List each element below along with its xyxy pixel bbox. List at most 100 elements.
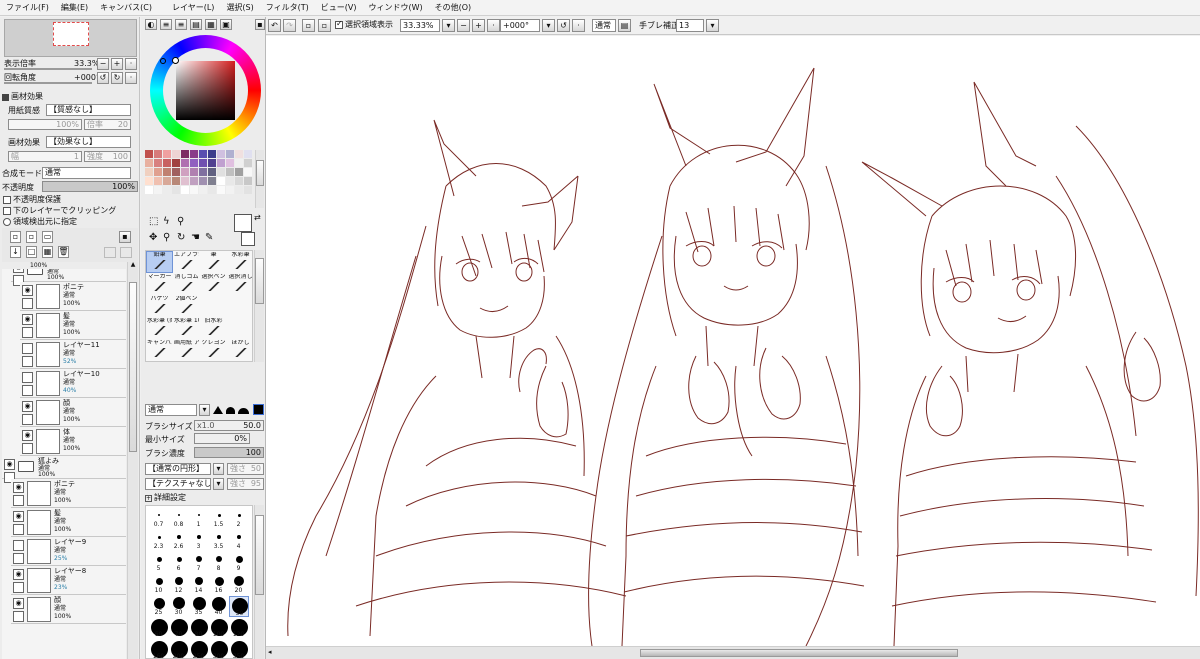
brush-tool-0-1[interactable]: エアブラシ xyxy=(173,251,200,273)
color-swatch[interactable] xyxy=(235,177,243,185)
brush-size-multiplier[interactable]: x1.0 xyxy=(197,421,214,430)
brush-size-cell[interactable]: 50 xyxy=(229,596,249,617)
show-selection-checkbox[interactable]: ✓ xyxy=(335,20,343,29)
color-swatch[interactable] xyxy=(199,186,207,194)
flip-view-icon[interactable]: ▤ xyxy=(618,19,631,32)
layer-lock-toggle[interactable] xyxy=(22,385,33,396)
brush-size-cell[interactable]: 12 xyxy=(169,574,189,595)
brush-size-cell[interactable]: 300 xyxy=(209,640,229,658)
material-effect-select[interactable]: 【効果なし】 xyxy=(46,136,131,148)
color-swatch[interactable] xyxy=(244,177,252,185)
color-swatch[interactable] xyxy=(190,150,198,158)
opacity-protect-option[interactable]: 不透明度保護 xyxy=(3,196,61,204)
brush-size-cell[interactable]: 7 xyxy=(189,552,209,573)
color-swatch[interactable] xyxy=(217,168,225,176)
color-swatch[interactable] xyxy=(163,177,171,185)
color-swatch[interactable] xyxy=(172,168,180,176)
color-swatch[interactable] xyxy=(190,177,198,185)
brush-tool-4-3[interactable]: ぼかし xyxy=(227,339,254,361)
color-swatch[interactable] xyxy=(208,186,216,194)
color-swatch[interactable] xyxy=(145,150,153,158)
layer-lock-toggle[interactable] xyxy=(13,524,24,535)
color-swatch[interactable] xyxy=(199,159,207,167)
color-swatch[interactable] xyxy=(235,186,243,194)
color-swatch[interactable] xyxy=(181,168,189,176)
color-picker-cursor[interactable] xyxy=(172,57,179,64)
scratchpad-mode-icon[interactable]: ▣ xyxy=(220,19,232,30)
rotate-left-button[interactable]: ↺ xyxy=(97,72,109,84)
canvas-horizontal-scrollbar[interactable]: ◂ xyxy=(266,646,1200,659)
toolbar-rotate-reset-button[interactable]: · xyxy=(572,19,585,32)
color-swatch[interactable] xyxy=(190,159,198,167)
color-swatch[interactable] xyxy=(217,177,225,185)
hsv-slider-mode-icon[interactable]: ≡ xyxy=(175,19,187,30)
layer-row[interactable]: レイヤー9 通常 25% xyxy=(11,537,126,566)
layer-list-scrollbar[interactable]: ▲ xyxy=(127,262,138,659)
brush-shape-strength-field[interactable]: 強さ 50 xyxy=(227,463,264,475)
brush-tool-1-3[interactable]: 選択消し xyxy=(227,273,254,295)
color-swatch[interactable] xyxy=(163,168,171,176)
menu-edit[interactable]: 編集(E) xyxy=(55,3,94,12)
swatch-scrollbar[interactable] xyxy=(255,150,264,208)
brush-size-cell[interactable]: 10 xyxy=(149,574,169,595)
color-swatch[interactable] xyxy=(145,168,153,176)
intermediate-color-icon[interactable]: ▤ xyxy=(190,19,202,30)
color-swatch[interactable] xyxy=(244,159,252,167)
background-color-swatch[interactable] xyxy=(241,232,255,246)
visibility-eye-icon[interactable]: ◉ xyxy=(4,459,15,470)
color-swatch[interactable] xyxy=(172,177,180,185)
stabilizer-select[interactable]: 13 xyxy=(676,19,704,32)
menu-layer[interactable]: レイヤー(L) xyxy=(166,3,220,12)
color-swatch[interactable] xyxy=(199,168,207,176)
brush-tool-1-1[interactable]: 消しゴム xyxy=(173,273,200,295)
color-swatch[interactable] xyxy=(190,186,198,194)
new-folder-icon[interactable]: ▭ xyxy=(42,231,53,243)
color-swatch[interactable] xyxy=(244,150,252,158)
brush-size-cell[interactable]: 14 xyxy=(189,574,209,595)
color-swatch[interactable] xyxy=(172,150,180,158)
brush-size-cell[interactable]: 3 xyxy=(189,530,209,551)
visibility-eye-icon[interactable]: ◉ xyxy=(13,511,24,522)
brush-tool-4-0[interactable]: キャンバス アクリル xyxy=(146,339,173,361)
tool-scroll-thumb[interactable] xyxy=(255,258,264,304)
rotate-reset-button[interactable]: · xyxy=(125,72,137,84)
color-swatch[interactable] xyxy=(217,159,225,167)
layer-row[interactable]: ◉ レイヤー8 通常 23% xyxy=(11,566,126,595)
paper-scale-field[interactable]: 倍率 20 xyxy=(84,119,131,130)
zoom-slider[interactable] xyxy=(4,68,92,70)
color-swatch[interactable] xyxy=(244,186,252,194)
layer-lock-toggle[interactable] xyxy=(13,611,24,622)
color-swatch[interactable] xyxy=(163,186,171,194)
brush-size-cell[interactable]: 9 xyxy=(229,552,249,573)
color-swatch[interactable] xyxy=(172,186,180,194)
brush-size-cell[interactable]: 0.7 xyxy=(149,508,169,529)
brush-size-cell[interactable]: 25 xyxy=(149,596,169,617)
visibility-eye-icon[interactable]: ◉ xyxy=(13,598,24,609)
navigator-viewport[interactable] xyxy=(53,22,89,46)
menu-file[interactable]: ファイル(F) xyxy=(0,3,55,12)
color-swatch[interactable] xyxy=(235,168,243,176)
brush-size-cell[interactable]: 160 xyxy=(149,640,169,658)
panel-collapse-icon[interactable]: ▪ xyxy=(255,19,265,30)
brush-shape-soft-icon[interactable] xyxy=(238,408,249,414)
visibility-eye-icon[interactable]: ◉ xyxy=(13,269,24,273)
brush-size-scrollbar[interactable] xyxy=(254,505,264,659)
toolbar-zoom-reset-button[interactable]: · xyxy=(487,19,500,32)
rgb-slider-mode-icon[interactable]: ≡ xyxy=(160,19,172,30)
effect-width-field[interactable]: 幅1 xyxy=(8,151,82,162)
move-icon[interactable]: ✥ xyxy=(149,233,157,243)
canvas-scroll-thumb[interactable] xyxy=(640,649,958,657)
layer-row[interactable]: ◉ ポニテ 通常 100% xyxy=(11,479,126,508)
toolbar-rotate-left-button[interactable]: ↺ xyxy=(557,19,570,32)
rect-select-icon[interactable]: ⬚ xyxy=(149,217,158,227)
color-swatch[interactable] xyxy=(199,177,207,185)
brush-size-cell[interactable]: 1.5 xyxy=(209,508,229,529)
color-swatch[interactable] xyxy=(154,186,162,194)
color-swatch[interactable] xyxy=(181,186,189,194)
detail-settings-toggle[interactable]: + 詳細設定 xyxy=(145,494,186,502)
zoom-out-button[interactable]: − xyxy=(97,58,109,70)
brush-tool-1-2[interactable]: 選択ペン xyxy=(200,273,227,295)
effect-strength-field[interactable]: 強度 100 xyxy=(84,151,131,162)
magic-wand-icon[interactable]: ⚲ xyxy=(177,217,184,227)
layer-lock-toggle[interactable] xyxy=(22,327,33,338)
